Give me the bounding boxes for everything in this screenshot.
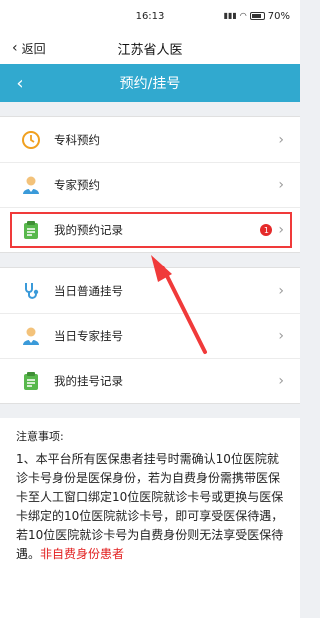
doctor-icon (20, 174, 42, 196)
menu-item-label: 专科预约 (54, 132, 100, 147)
chevron-right-icon: › (278, 177, 284, 193)
wifi-icon: ◠ (239, 11, 247, 20)
appointment-group: 专科预约 › 专家预约 › 我的预约记录 1 › (0, 116, 300, 253)
notification-badge: 1 (260, 224, 273, 236)
back-button[interactable]: ‹ 返回 (0, 40, 46, 57)
notice-panel: 注意事项: 1、本平台所有医保患者挂号时需确认10位医院就诊卡号身份是医保身份，… (0, 418, 300, 618)
app-bar: ‹ 返回 江苏省人医 (0, 32, 300, 64)
record-icon (20, 219, 42, 241)
menu-item-my-appointments[interactable]: 我的预约记录 1 › (0, 207, 300, 252)
back-label: 返回 (21, 41, 46, 56)
status-icons: ▮▮▮ ◠ 70% (224, 11, 290, 22)
menu-item-today-general-registration[interactable]: 当日普通挂号 › (0, 268, 300, 313)
back-arrow-icon[interactable]: ‹ (0, 73, 40, 94)
signal-icon: ▮▮▮ (223, 11, 237, 20)
notice-body: 1、本平台所有医保患者挂号时需确认10位医院就诊卡号身份是医保身份，若为自费身份… (16, 450, 288, 564)
chevron-right-icon: › (278, 222, 284, 238)
page-title: 预约/挂号 (119, 76, 181, 92)
menu-item-label: 我的挂号记录 (54, 374, 123, 388)
record-icon (20, 370, 42, 392)
notice-title: 注意事项: (16, 430, 64, 443)
menu-item-specialty-appointment[interactable]: 专科预约 › (0, 117, 300, 162)
menu-item-label: 当日普通挂号 (54, 283, 123, 298)
menu-item-today-expert-registration[interactable]: 当日专家挂号 › (0, 313, 300, 358)
doctor-icon (20, 325, 42, 347)
battery-icon (249, 12, 265, 20)
chevron-left-icon: ‹ (12, 40, 18, 56)
registration-group: 当日普通挂号 › 当日专家挂号 › 我的挂号记录 › (0, 267, 300, 404)
menu-item-label: 专家预约 (54, 178, 100, 192)
clock-icon (20, 129, 42, 151)
menu-item-label: 当日专家挂号 (54, 329, 123, 343)
menu-item-my-registrations[interactable]: 我的挂号记录 › (0, 358, 300, 403)
sub-header: ‹ 预约/挂号 (0, 64, 300, 102)
battery-percent: 70% (267, 10, 290, 22)
chevron-right-icon: › (278, 131, 284, 148)
menu-item-expert-appointment[interactable]: 专家预约 › (0, 162, 300, 207)
notice-text: 1、本平台所有医保患者挂号时需确认10位医院就诊卡号身份是医保身份，若为自费身份… (16, 452, 284, 561)
chevron-right-icon: › (278, 373, 284, 389)
chevron-right-icon: › (278, 328, 284, 344)
status-bar: 16:13 ▮▮▮ ◠ 70% (0, 0, 300, 32)
notice-warning: 非自费身份患者 (40, 547, 125, 561)
stethoscope-icon (20, 280, 42, 302)
menu-item-label: 我的预约记录 (54, 223, 123, 237)
chevron-right-icon: › (278, 282, 284, 299)
